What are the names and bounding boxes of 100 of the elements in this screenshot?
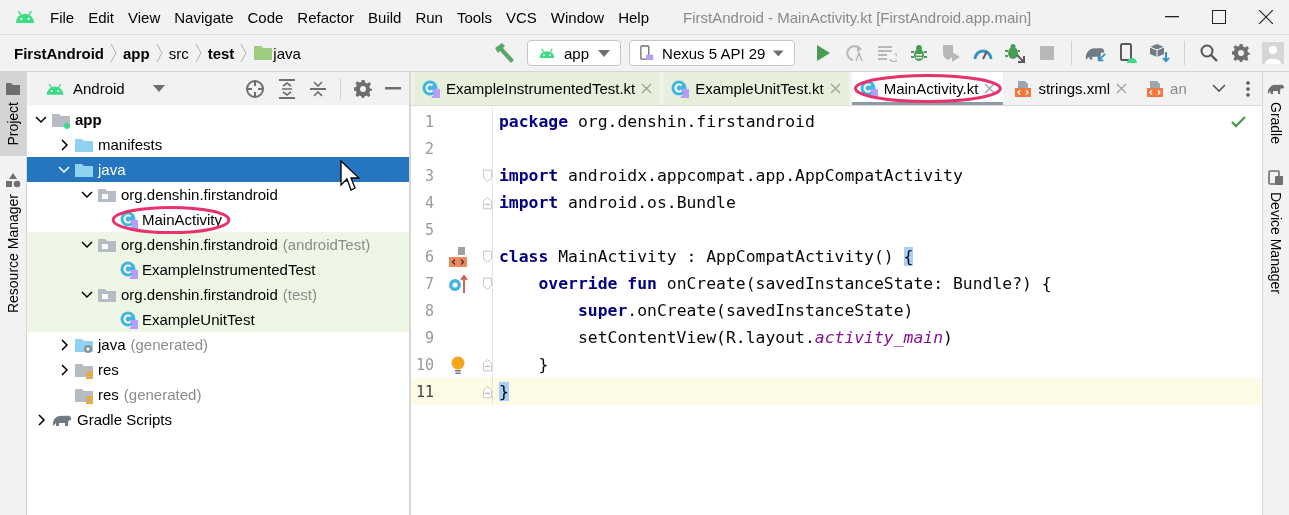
more-options-icon[interactable]	[1246, 80, 1250, 97]
tree-item[interactable]: res (generated)	[27, 382, 409, 407]
breadcrumb-separator-icon	[240, 43, 248, 63]
tree-item[interactable]: org.denshin.firstandroid (test)	[27, 282, 409, 307]
line-number: 1	[423, 112, 434, 131]
android-icon	[45, 82, 65, 95]
line-number: 2	[423, 139, 434, 158]
android-logo-icon	[14, 10, 36, 24]
tool-window-tab[interactable]: Gradle	[1263, 72, 1289, 155]
layout-file-icon[interactable]	[447, 245, 469, 268]
window-title: FirstAndroid - MainActivity.kt [FirstAndroid.app.main]	[683, 8, 1032, 26]
menu-item[interactable]: View	[128, 8, 161, 26]
chevron-down-icon[interactable]	[79, 188, 95, 201]
tree-item[interactable]: org.denshin.firstandroid (androidTest)	[27, 232, 409, 257]
tree-item-label: res	[98, 386, 119, 403]
maximize-icon[interactable]	[1211, 10, 1226, 24]
minimize-icon[interactable]	[1164, 16, 1179, 18]
editor-tab[interactable]: strings.xml	[1006, 72, 1136, 105]
fold-end-marker-icon[interactable]	[483, 384, 492, 399]
tool-window-label: Gradle	[1268, 102, 1284, 145]
close-icon[interactable]	[1258, 10, 1273, 24]
menu-item[interactable]: Edit	[88, 8, 115, 26]
overrides-icon[interactable]	[448, 273, 468, 294]
tree-item[interactable]: manifests	[27, 132, 409, 157]
menu-item[interactable]: Code	[247, 8, 284, 26]
settings-icon[interactable]	[1232, 44, 1250, 62]
phone-android-icon[interactable]	[1118, 43, 1138, 63]
editor-tab[interactable]: MainActivity.kt	[851, 72, 1004, 105]
attach-debugger-icon[interactable]	[1005, 43, 1025, 63]
menu-item[interactable]: Window	[550, 8, 605, 26]
breadcrumb-item[interactable]: src	[168, 44, 189, 62]
menu-item[interactable]: Navigate	[174, 8, 234, 26]
run-configuration-dropdown[interactable]: app	[527, 40, 621, 66]
menu-item[interactable]: VCS	[505, 8, 537, 26]
tree-item[interactable]: app	[27, 107, 409, 132]
tree-item[interactable]: ExampleInstrumentedTest	[27, 257, 409, 282]
settings-icon[interactable]	[354, 79, 372, 98]
bug-icon[interactable]	[910, 44, 928, 62]
chevron-down-icon[interactable]	[79, 238, 95, 251]
code-line: class MainActivity : AppCompatActivity() {	[499, 247, 914, 266]
line-number: 9	[423, 328, 434, 347]
project-view-dropdown[interactable]: Android	[45, 80, 171, 97]
tree-item-label: app	[75, 111, 102, 128]
chevron-down-icon[interactable]	[1212, 84, 1226, 93]
hammer-icon[interactable]	[493, 42, 515, 64]
caret-icon	[152, 85, 165, 92]
menu-item[interactable]: Help	[618, 8, 650, 26]
tool-window-tab[interactable]: Resource Manager	[0, 161, 26, 323]
tree-item-label: org.denshin.firstandroid	[121, 286, 278, 303]
kotlin-class-icon	[671, 79, 690, 98]
tree-item[interactable]: res	[27, 357, 409, 382]
shapes-icon	[5, 171, 21, 188]
code-line: super.onCreate(savedInstanceState)	[576, 301, 914, 320]
menu-item[interactable]: File	[50, 8, 75, 26]
device-dropdown[interactable]: Nexus 5 API 29	[629, 40, 795, 66]
tool-window-tab[interactable]: Device Manager	[1263, 160, 1289, 304]
code-line: override fun onCreate(savedInstanceState: Bundle?) {	[537, 274, 1052, 293]
lightbulb-icon[interactable]	[450, 354, 466, 375]
tree-item-label: manifests	[98, 136, 163, 153]
chevron-down-icon[interactable]	[79, 288, 95, 301]
devices-icon	[1268, 170, 1284, 187]
expand-all-icon[interactable]	[278, 78, 296, 99]
tree-item-label: ExampleInstrumentedTest	[142, 261, 316, 278]
editor-tab[interactable]: ExampleInstrumentedTest.kt	[414, 72, 661, 105]
editor-tab[interactable]: ExampleUnitTest.kt	[663, 72, 849, 105]
breadcrumb-item[interactable]: java	[273, 44, 301, 62]
tree-item[interactable]: java	[27, 157, 409, 182]
breadcrumb-item[interactable]: app	[123, 44, 150, 62]
line-number: 5	[423, 220, 434, 239]
tree-item[interactable]: org.denshin.firstandroid	[27, 182, 409, 207]
crosshair-icon[interactable]	[245, 78, 265, 99]
fold-end-marker-icon[interactable]	[483, 357, 492, 372]
fold-marker-icon[interactable]	[483, 249, 492, 264]
xml-file-icon	[1146, 79, 1165, 98]
line-number: 10	[414, 355, 434, 374]
search-icon[interactable]	[1200, 44, 1218, 62]
scope-label: (test)	[282, 286, 317, 303]
breadcrumb-item[interactable]: test	[207, 44, 235, 62]
line-number: 7	[423, 274, 434, 293]
tool-window-tab[interactable]: Project	[0, 72, 26, 156]
fold-end-marker-icon[interactable]	[483, 195, 492, 210]
menu-item[interactable]: Refactor	[297, 8, 355, 26]
tree-item-label: MainActivity	[142, 211, 223, 228]
menu-item[interactable]: Run	[415, 8, 443, 26]
tree-item[interactable]: MainActivity	[27, 207, 409, 232]
fold-marker-icon[interactable]	[483, 168, 492, 183]
line-number: 6	[423, 247, 434, 266]
menu-item[interactable]: Tools	[456, 8, 492, 26]
run-icon[interactable]	[815, 44, 831, 62]
breadcrumb-item[interactable]: FirstAndroid	[14, 44, 104, 62]
tree-item[interactable]: Gradle Scripts	[27, 407, 409, 432]
tree-item[interactable]: ExampleUnitTest	[27, 307, 409, 332]
box-download-icon[interactable]	[1149, 43, 1171, 63]
chevron-down-icon[interactable]	[33, 113, 49, 126]
fold-marker-icon[interactable]	[483, 276, 492, 291]
tree-item[interactable]: java (generated)	[27, 332, 409, 357]
line-number: 3	[423, 166, 434, 185]
collapse-all-icon[interactable]	[309, 78, 327, 99]
menu-item[interactable]: Build	[368, 8, 402, 26]
elephant-icon	[1267, 82, 1285, 96]
